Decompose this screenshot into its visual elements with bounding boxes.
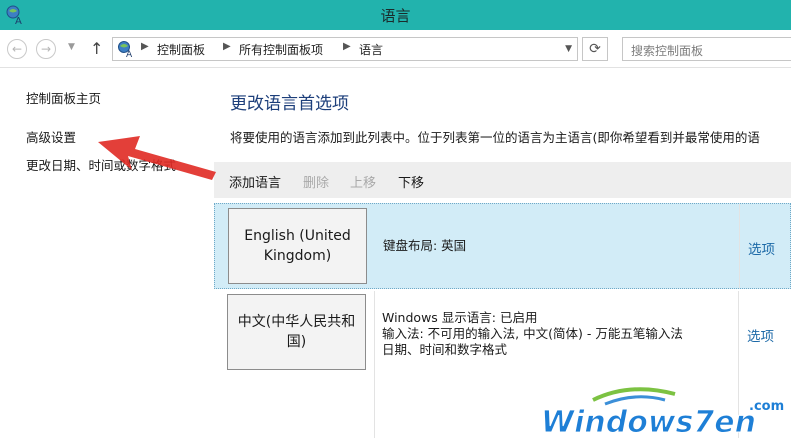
input-method-detail: 输入法: 不可用的输入法, 中文(简体) - 万能五笔输入法 bbox=[382, 326, 683, 341]
up-button[interactable]: ↑ bbox=[90, 39, 103, 58]
search-input[interactable]: 搜索控制面板 bbox=[622, 37, 791, 61]
watermark-domain-text: .com bbox=[749, 399, 784, 414]
breadcrumb-all-items[interactable]: 所有控制面板项 bbox=[239, 41, 323, 58]
breadcrumb-language[interactable]: 语言 bbox=[359, 41, 383, 58]
add-language-button[interactable]: 添加语言 bbox=[229, 172, 281, 191]
page-description: 将要使用的语言添加到此列表中。位于列表第一位的语言为主语言(即你希望看到并最常使… bbox=[230, 130, 760, 145]
language-row-english[interactable]: English (United Kingdom) 键盘布局: 英国 选项 bbox=[214, 203, 791, 289]
breadcrumb-separator-icon[interactable]: ▶ bbox=[343, 41, 351, 52]
column-divider bbox=[739, 204, 740, 288]
english-options-link[interactable]: 选项 bbox=[748, 238, 775, 258]
language-name-tile[interactable]: English (United Kingdom) bbox=[228, 208, 367, 284]
title-bar: A 语言 bbox=[0, 0, 791, 30]
windows7en-watermark-logo: Windows7en .com bbox=[541, 387, 784, 438]
window-title: 语言 bbox=[380, 7, 411, 25]
watermark-brand-text: Windows7en bbox=[541, 405, 756, 438]
address-dropdown-chevron-icon[interactable]: ▼ bbox=[565, 44, 572, 54]
address-bar[interactable]: A ▶ 控制面板 ▶ 所有控制面板项 ▶ 语言 ▼ bbox=[112, 37, 578, 61]
recent-locations-chevron-icon[interactable]: ▼ bbox=[68, 42, 75, 52]
language-toolbar: 添加语言 删除 上移 下移 bbox=[214, 162, 791, 198]
left-nav-advanced-settings[interactable]: 高级设置 bbox=[26, 127, 76, 146]
display-language-detail: Windows 显示语言: 已启用 bbox=[382, 310, 538, 325]
forward-button[interactable]: → bbox=[36, 39, 56, 59]
date-time-format-detail: 日期、时间和数字格式 bbox=[382, 342, 508, 357]
move-down-button[interactable]: 下移 bbox=[398, 172, 424, 191]
refresh-button[interactable]: ⟳ bbox=[582, 37, 608, 61]
chinese-options-link[interactable]: 选项 bbox=[747, 325, 774, 345]
left-nav-change-date-time-format[interactable]: 更改日期、时间或数字格式 bbox=[26, 155, 176, 174]
keyboard-layout-detail: 键盘布局: 英国 bbox=[383, 238, 467, 253]
move-up-button[interactable]: 上移 bbox=[350, 172, 376, 191]
back-button[interactable]: ← bbox=[7, 39, 27, 59]
remove-button[interactable]: 删除 bbox=[303, 172, 329, 191]
breadcrumb-separator-icon[interactable]: ▶ bbox=[223, 41, 231, 52]
left-nav-control-panel-home[interactable]: 控制面板主页 bbox=[26, 88, 101, 107]
column-divider bbox=[374, 291, 375, 438]
page-title: 更改语言首选项 bbox=[230, 94, 349, 114]
breadcrumb-separator-icon[interactable]: ▶ bbox=[141, 41, 149, 52]
svg-text:A: A bbox=[126, 50, 133, 58]
control-panel-icon: A bbox=[118, 41, 133, 58]
language-name-tile[interactable]: 中文(中华人民共和国) bbox=[227, 294, 366, 370]
breadcrumb-control-panel[interactable]: 控制面板 bbox=[157, 41, 205, 58]
navigation-bar: ← → ▼ ↑ A ▶ 控制面板 ▶ 所有控制面板项 ▶ 语言 ▼ ⟳ 搜索控制… bbox=[0, 30, 791, 68]
